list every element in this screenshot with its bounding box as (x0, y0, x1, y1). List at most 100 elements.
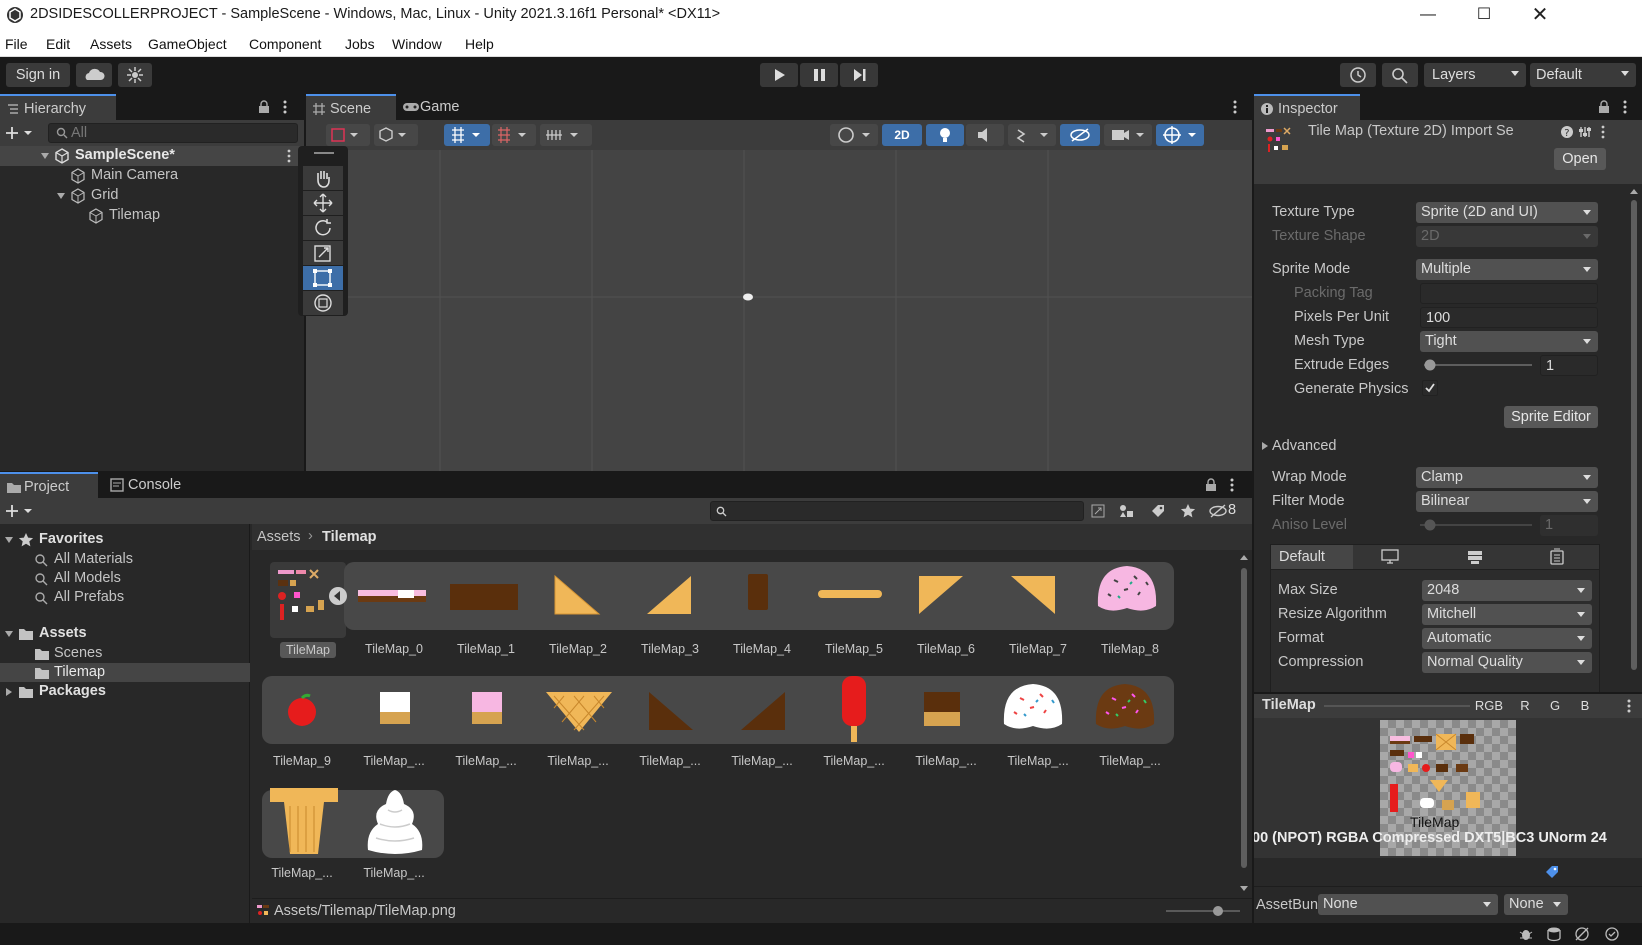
menu-file[interactable]: File (5, 36, 28, 52)
increment-snap-icon[interactable] (492, 124, 536, 146)
collab-icon[interactable] (118, 63, 152, 87)
extrude-edges-input[interactable]: 1 (1540, 355, 1598, 376)
search-icon[interactable] (1382, 63, 1418, 87)
asset-grid-scrollbar[interactable] (1236, 550, 1252, 898)
hierarchy-search-input[interactable]: All (48, 123, 298, 143)
preset-icon[interactable] (1578, 125, 1592, 139)
breadcrumb-root[interactable]: Assets (257, 529, 301, 545)
format-dropdown[interactable]: Automatic (1422, 628, 1592, 649)
sprite-thumb[interactable] (1008, 574, 1058, 618)
step-button[interactable] (840, 63, 878, 87)
sprite-thumb[interactable] (916, 574, 966, 618)
advanced-foldout[interactable]: Advanced (1258, 436, 1458, 456)
hand-tool-icon[interactable] (303, 166, 343, 190)
extrude-edges-slider[interactable] (1422, 358, 1534, 372)
add-icon[interactable] (5, 503, 35, 519)
more-menu-icon[interactable] (1600, 125, 1606, 139)
asset-bundle-dropdown[interactable]: None (1318, 894, 1498, 915)
move-tool-icon[interactable] (303, 191, 343, 215)
sprite-thumb[interactable] (1000, 680, 1066, 736)
favorite-item[interactable]: All Materials (0, 550, 250, 569)
effects-icon[interactable] (1008, 124, 1056, 146)
bug-icon[interactable] (1518, 926, 1534, 942)
draw-mode-icon[interactable] (326, 124, 370, 146)
lock-icon[interactable] (258, 100, 270, 114)
audio-icon[interactable] (966, 124, 1004, 146)
more-menu-icon[interactable] (1229, 477, 1235, 493)
asset-bundle-variant-dropdown[interactable]: None (1504, 894, 1568, 915)
sprite-thumb[interactable] (362, 788, 428, 854)
more-menu-icon[interactable] (282, 99, 288, 115)
inspector-scrollbar[interactable] (1626, 184, 1642, 758)
sprite-mode-dropdown[interactable]: Multiple (1416, 259, 1598, 280)
texture-type-dropdown[interactable]: Sprite (2D and UI) (1416, 202, 1598, 223)
progress-icon[interactable] (1604, 926, 1620, 942)
overlay-handle[interactable] (314, 152, 334, 154)
sign-in-button[interactable]: Sign in (6, 63, 70, 87)
close-icon[interactable]: ✕ (1512, 0, 1568, 30)
sprite-thumb[interactable] (746, 570, 770, 614)
sprite-thumb[interactable] (284, 692, 320, 728)
tab-scene[interactable]: Scene (306, 94, 396, 120)
filter-type-icon[interactable] (1118, 503, 1134, 519)
auto-generate-lighting-icon[interactable] (1574, 926, 1590, 942)
compression-dropdown[interactable]: Normal Quality (1422, 652, 1592, 673)
tab-project[interactable]: Project (0, 472, 98, 498)
help-icon[interactable]: ? (1560, 125, 1574, 139)
channel-rgb-button[interactable]: RGB (1470, 695, 1508, 717)
play-button[interactable] (760, 63, 798, 87)
favorite-item[interactable]: All Prefabs (0, 588, 250, 607)
rect-tool-icon[interactable] (303, 266, 343, 290)
sprite-thumb[interactable] (268, 786, 340, 856)
sprite-thumb[interactable] (644, 574, 694, 618)
hidden-packages-icon[interactable] (1208, 503, 1228, 519)
wrap-mode-dropdown[interactable]: Clamp (1416, 467, 1598, 488)
lock-icon[interactable] (1205, 478, 1217, 492)
history-icon[interactable] (1340, 63, 1376, 87)
camera-icon[interactable] (1104, 124, 1152, 146)
tab-hierarchy[interactable]: Hierarchy (0, 94, 116, 120)
breadcrumb-current[interactable]: Tilemap (322, 529, 377, 545)
lock-icon[interactable] (1598, 100, 1610, 114)
platform-tab-default[interactable]: Default (1271, 545, 1353, 569)
platform-server-icon[interactable] (1467, 549, 1483, 565)
favorite-item[interactable]: All Models (0, 569, 250, 588)
scale-tool-icon[interactable] (303, 241, 343, 265)
menu-edit[interactable]: Edit (46, 36, 70, 52)
pause-button[interactable] (800, 63, 838, 87)
more-menu-icon[interactable] (1622, 99, 1628, 115)
grid-snap-icon[interactable] (444, 124, 490, 146)
more-menu-icon[interactable] (1232, 99, 1238, 115)
filter-mode-dropdown[interactable]: Bilinear (1416, 491, 1598, 512)
sprite-thumb[interactable] (358, 584, 428, 608)
menu-gameobject[interactable]: GameObject (148, 36, 227, 52)
hierarchy-item-tilemap[interactable]: Tilemap (0, 206, 304, 226)
channel-r-button[interactable]: R (1512, 695, 1538, 717)
folder-scenes[interactable]: Scenes (0, 644, 250, 663)
hierarchy-item-main-camera[interactable]: Main Camera (0, 166, 304, 186)
sprite-thumb[interactable] (450, 580, 520, 610)
collapse-sprites-icon[interactable] (328, 586, 348, 606)
camera-gizmo-icon[interactable] (742, 292, 754, 302)
2d-toggle-button[interactable]: 2D (882, 124, 922, 146)
gizmos-icon[interactable] (1156, 124, 1204, 146)
minimize-icon[interactable]: — (1400, 0, 1456, 30)
tab-console[interactable]: Console (104, 472, 200, 498)
favorites-row[interactable]: Favorites (0, 530, 250, 550)
tab-game[interactable]: Game (396, 94, 476, 120)
scene-row[interactable]: SampleScene* (0, 146, 304, 166)
expand-arrow-icon[interactable] (4, 535, 14, 545)
cloud-icon[interactable] (76, 63, 112, 87)
favorite-star-icon[interactable] (1180, 503, 1196, 519)
sprite-editor-button[interactable]: Sprite Editor (1504, 406, 1598, 428)
filter-label-icon[interactable] (1150, 503, 1166, 519)
expand-arrow-icon[interactable] (40, 151, 50, 161)
sprite-thumb[interactable] (818, 586, 884, 602)
preview-drag-handle[interactable] (1324, 705, 1472, 707)
ruler-icon[interactable] (540, 124, 592, 146)
menu-assets[interactable]: Assets (90, 36, 132, 52)
channel-b-button[interactable]: B (1572, 695, 1598, 717)
thumbnail-size-slider[interactable] (1164, 904, 1242, 918)
project-search-input[interactable] (710, 501, 1084, 521)
channel-g-button[interactable]: G (1542, 695, 1568, 717)
